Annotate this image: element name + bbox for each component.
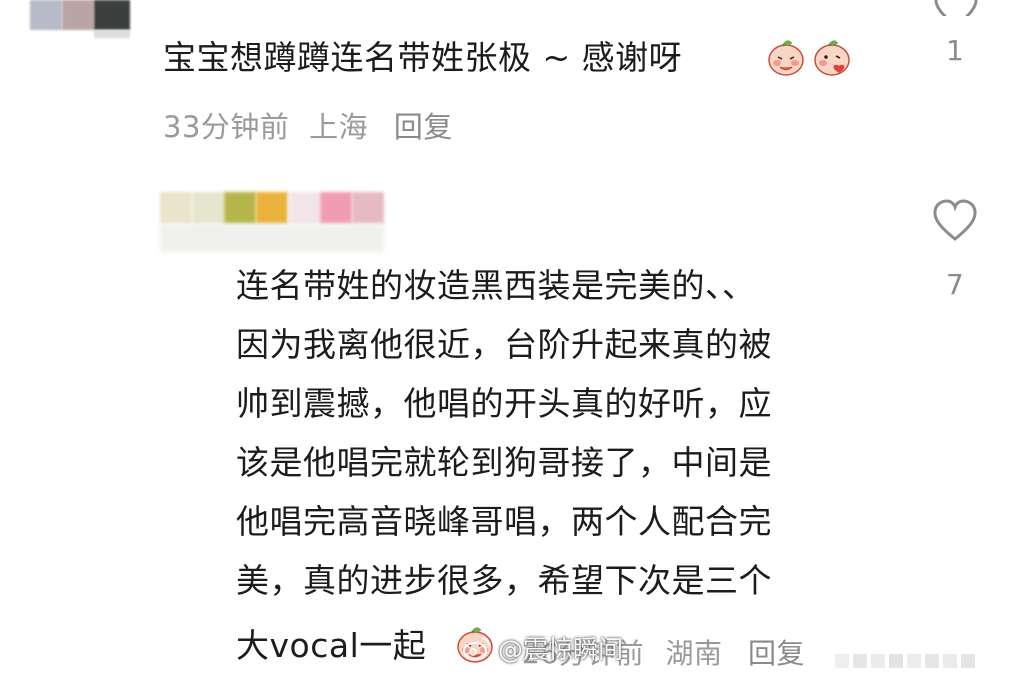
like-count: 1 [946, 34, 964, 67]
like-count: 7 [946, 268, 964, 301]
comment-location: 湖南 [665, 637, 723, 670]
comment-text: 宝宝想蹲蹲连名带姓张极 ~ 感谢呀 [163, 38, 683, 77]
shy-peach-sticker [768, 40, 804, 76]
blurred-overlay [835, 648, 985, 674]
blurred-username-2[interactable] [160, 192, 386, 256]
comment-line: 因为我离他很近，台阶升起来真的被 [236, 325, 772, 364]
comment-location: 上海 [309, 110, 369, 144]
reply-button[interactable]: 回复 [748, 637, 805, 670]
comment-line: 美，真的进步很多，希望下次是三个 [236, 561, 772, 600]
comment-meta: 33分钟前 上海 回复 [163, 104, 453, 146]
comment-line: 大vocal一起 [236, 626, 427, 665]
kiss-peach-sticker [814, 40, 850, 76]
comment-line: 该是他唱完就轮到狗哥接了，中间是 [236, 443, 772, 482]
comment-time: 33分钟前 [163, 110, 290, 144]
blurred-username-1[interactable] [30, 0, 130, 38]
weibo-logo-icon [463, 637, 490, 660]
comment-line: 帅到震撼，他唱的开头真的好听，应 [236, 384, 772, 423]
comment-line: 连名带姓的妆造黑西装是完美的、、 [236, 266, 756, 305]
watermark-text: @震惊瞬间 [498, 635, 624, 664]
comment-line: 他唱完高音晓峰哥唱，两个人配合完 [236, 502, 772, 541]
reply-button[interactable]: 回复 [394, 110, 453, 144]
weibo-watermark: @震惊瞬间 [462, 630, 623, 666]
heart-icon[interactable] [931, 198, 979, 244]
heart-icon[interactable] [933, 0, 979, 16]
